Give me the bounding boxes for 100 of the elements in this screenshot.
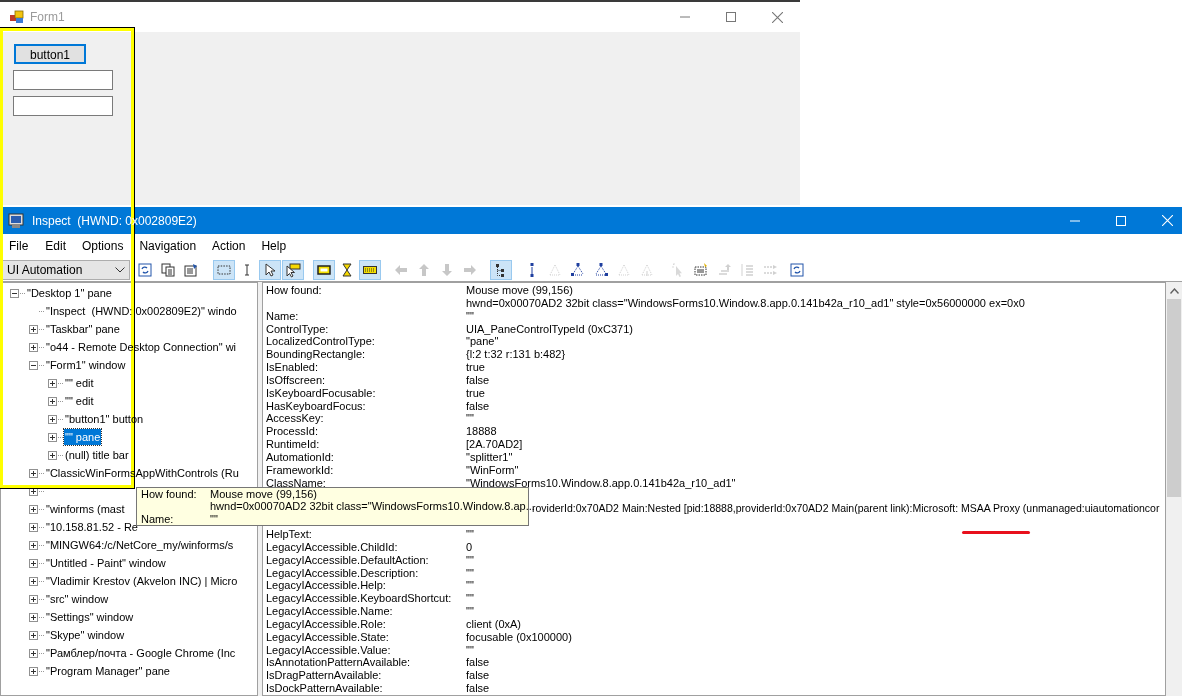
tree-item[interactable]: "" edit <box>64 374 95 392</box>
property-name: HasKeyboardFocus: <box>266 399 367 413</box>
property-name: Name: <box>266 309 300 323</box>
tree-item[interactable]: "Vladimir Krestov (Akvelon INC) | Micro <box>45 572 239 590</box>
expand-icon[interactable] <box>29 630 38 640</box>
property-value: "WindowsForms10.Window.8.app.0.141b42a_r10_ad1" <box>466 476 736 490</box>
pointer-rectangle-icon <box>285 261 301 278</box>
property-value: false <box>466 669 490 683</box>
property-name: BoundingRectangle: <box>266 348 367 362</box>
expand-icon[interactable] <box>29 594 38 604</box>
expand-icon[interactable] <box>29 504 38 514</box>
property-name: How found: <box>266 284 323 297</box>
toolbar-button[interactable] <box>313 259 335 280</box>
expand-icon[interactable] <box>48 414 57 424</box>
property-name: IsKeyboardFocusable: <box>266 386 377 400</box>
property-name: LegacyIAccessible.ChildId: <box>266 540 399 554</box>
tree-item[interactable]: "Untitled - Paint" window <box>45 554 167 572</box>
property-value: 0 <box>466 540 473 554</box>
tree-item[interactable]: "10.158.81.52 - Re <box>45 518 139 536</box>
menu-item[interactable]: Navigation <box>131 237 205 255</box>
tree-item[interactable]: "MINGW64:/c/NetCore_my/winforms/s <box>45 536 235 554</box>
property-name: HelpText: <box>266 528 313 541</box>
expand-icon[interactable] <box>29 522 38 532</box>
expand-icon[interactable] <box>29 576 38 586</box>
window-title: Form1 <box>30 9 65 26</box>
caret-icon <box>115 266 125 273</box>
app-icon <box>10 10 24 24</box>
underline-mark <box>962 531 1030 534</box>
menu-item[interactable]: Help <box>253 237 295 255</box>
property-name: AccessKey: <box>266 412 325 426</box>
expand-icon[interactable] <box>29 486 38 496</box>
property-value: "WinForm" <box>466 463 519 477</box>
expand-icon[interactable] <box>48 450 57 460</box>
expand-icon[interactable] <box>29 342 38 352</box>
property-name: LocalizedControlType: <box>266 335 376 349</box>
property-name: IsOffscreen: <box>266 373 327 387</box>
expand-icon[interactable] <box>29 648 38 658</box>
property-value: "" <box>466 309 474 323</box>
maximize-icon[interactable] <box>726 12 736 22</box>
property-name: IsDockPatternAvailable: <box>266 682 384 695</box>
tooltip-value: "" <box>210 512 218 525</box>
menu-item[interactable]: Options <box>74 237 132 255</box>
property-value: roviderId:0x70AD2 Main:Nested [pid:18888,providerId:0x70AD2 Main(parent link):Microsoft: MSAA Proxy (unmanaged:uiautomationcor <box>532 502 1160 516</box>
expand-icon[interactable] <box>48 396 57 406</box>
tree-item[interactable]: "Рамблер/почта - Google Chrome (Inc <box>45 644 237 662</box>
expand-icon[interactable] <box>29 324 38 334</box>
expand-icon[interactable] <box>29 468 38 478</box>
tooltip-label: How found: <box>141 488 198 501</box>
toolbar-button[interactable] <box>490 259 512 280</box>
property-name: LegacyIAccessible.DefaultAction: <box>266 553 430 567</box>
pointer-icon <box>262 261 278 278</box>
property-value: false <box>466 682 490 695</box>
tree-item[interactable]: "Desktop 1" pane <box>26 284 113 302</box>
toolbar-button[interactable] <box>282 259 304 280</box>
property-name: IsAnnotationPatternAvailable: <box>266 656 412 670</box>
property-name: LegacyIAccessible.State: <box>266 630 390 644</box>
collapse-icon[interactable] <box>29 360 38 370</box>
menu-item[interactable]: Edit <box>37 237 75 255</box>
properties-icon <box>183 261 199 278</box>
mode-dropdown[interactable]: UI Automation <box>2 259 130 280</box>
scroll-up-icon[interactable] <box>1169 288 1179 294</box>
property-value: false <box>466 373 490 387</box>
expand-icon[interactable] <box>48 432 57 442</box>
menu-item[interactable]: File <box>2 237 38 255</box>
text-field[interactable] <box>13 70 113 90</box>
toolbar-button[interactable] <box>259 259 281 280</box>
property-name: AutomationId: <box>266 450 335 464</box>
property-name: IsDragPatternAvailable: <box>266 669 383 683</box>
button[interactable]: button1 <box>14 44 86 64</box>
scrollbar-thumb[interactable] <box>1167 299 1181 497</box>
tree-item[interactable]: "winforms (mast <box>45 500 126 518</box>
property-value: "" <box>466 553 474 567</box>
tree-item[interactable]: "" pane <box>64 428 102 446</box>
close-icon[interactable] <box>772 11 783 23</box>
property-value: false <box>466 656 490 670</box>
expand-icon[interactable] <box>29 540 38 550</box>
collapse-icon[interactable] <box>10 288 19 298</box>
text-field[interactable] <box>13 96 113 116</box>
expand-icon[interactable] <box>29 612 38 622</box>
property-name: LegacyIAccessible.Name: <box>266 605 394 618</box>
property-value: focusable (0x100000) <box>466 630 572 644</box>
property-value: Mouse move (99,156) <box>466 284 573 297</box>
tree-item[interactable]: (null) title bar <box>64 446 130 464</box>
tree-item[interactable]: "Program Manager" pane <box>45 662 171 680</box>
focus-rectangle-icon <box>693 261 709 278</box>
expand-icon[interactable] <box>48 378 57 388</box>
tree-item[interactable]: "Skype" window <box>45 626 126 644</box>
tree-item[interactable]: "" edit <box>64 392 95 410</box>
toolbar-button[interactable] <box>359 259 381 280</box>
property-name: IsEnabled: <box>266 361 319 374</box>
tree-item[interactable]: "Settings" window <box>45 608 135 626</box>
tree-item[interactable]: "src" window <box>45 590 110 608</box>
expand-icon[interactable] <box>29 666 38 676</box>
property-value: hwnd=0x00070AD2 32bit class="WindowsForms10.Window.8.app.0.141b42a_r10_ad1" style=0x56000000 ex=0x0 <box>466 296 1025 310</box>
scrollbar[interactable] <box>1166 282 1182 696</box>
property-value: true <box>466 386 485 400</box>
tree-item[interactable]: "Taskbar" pane <box>45 320 121 338</box>
tree-item[interactable]: "Form1" window <box>45 356 127 374</box>
expand-icon[interactable] <box>29 558 38 568</box>
menu-item[interactable]: Action <box>204 237 254 255</box>
